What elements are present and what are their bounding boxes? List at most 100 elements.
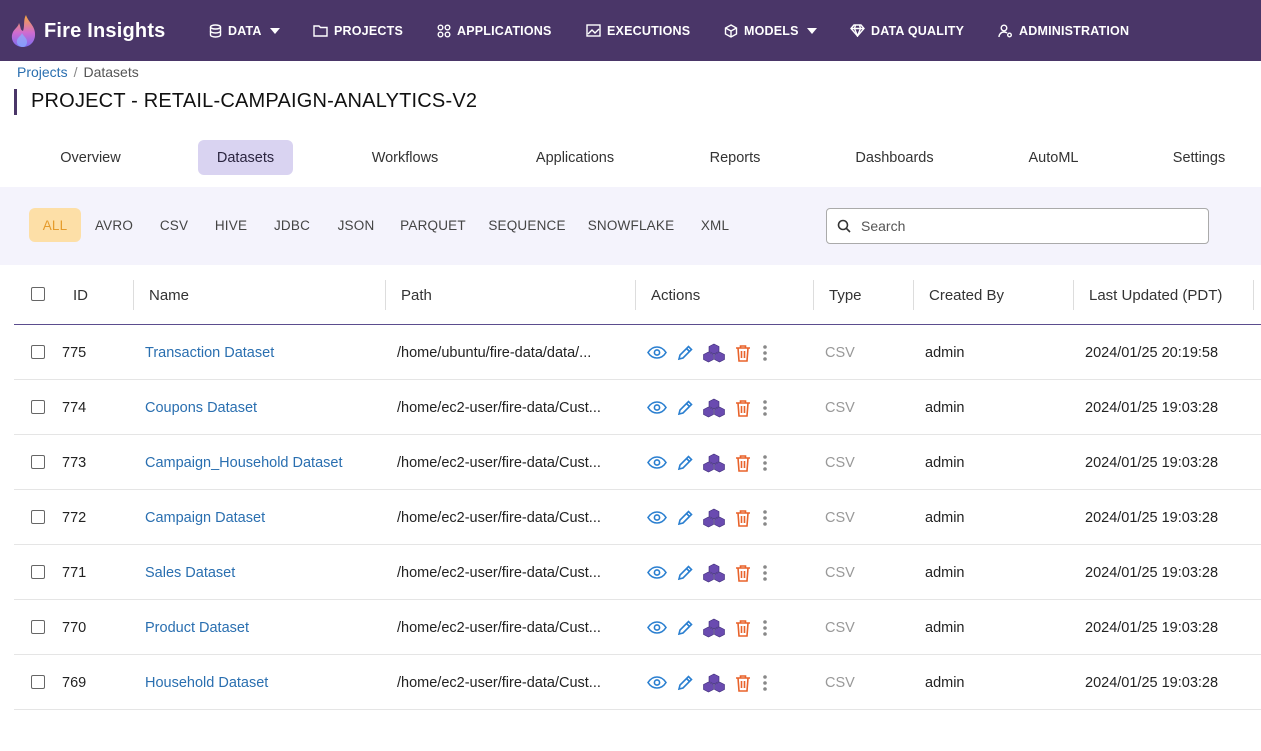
cubes-icon[interactable] bbox=[700, 618, 728, 638]
tab-datasets[interactable]: Datasets bbox=[198, 140, 293, 175]
row-checkbox[interactable] bbox=[31, 400, 45, 414]
dataset-type: CSV bbox=[825, 619, 855, 636]
dataset-name-link[interactable]: Campaign_Household Dataset bbox=[145, 435, 343, 490]
page-title: PROJECT - RETAIL-CAMPAIGN-ANALYTICS-V2 bbox=[31, 90, 478, 112]
filter-chip-avro[interactable]: AVRO bbox=[90, 208, 138, 242]
filter-chip-all[interactable]: ALL bbox=[29, 208, 81, 242]
edit-pencil-icon[interactable] bbox=[674, 674, 696, 692]
filter-chip-parquet[interactable]: PARQUET bbox=[396, 208, 470, 242]
row-checkbox[interactable] bbox=[31, 675, 45, 689]
column-header-type[interactable]: Type bbox=[829, 280, 862, 310]
more-vertical-icon[interactable] bbox=[758, 674, 772, 691]
dataset-name-link[interactable]: Sales Dataset bbox=[145, 545, 235, 600]
search-icon bbox=[837, 219, 851, 233]
tab-applications[interactable]: Applications bbox=[517, 140, 633, 175]
tab-settings[interactable]: Settings bbox=[1157, 140, 1241, 175]
row-checkbox[interactable] bbox=[31, 510, 45, 524]
select-all-checkbox[interactable] bbox=[31, 287, 45, 301]
last-updated: 2024/01/25 19:03:28 bbox=[1085, 619, 1219, 636]
nav-executions[interactable]: EXECUTIONS bbox=[586, 0, 690, 61]
dataset-name-link[interactable]: Household Dataset bbox=[145, 655, 268, 710]
dataset-path-text: /home/ec2-user/fire-data/Cust... bbox=[397, 674, 601, 691]
dataset-path-text: /home/ec2-user/fire-data/Cust... bbox=[397, 454, 601, 471]
nav-applications[interactable]: APPLICATIONS bbox=[437, 0, 552, 61]
cubes-icon[interactable] bbox=[700, 508, 728, 528]
column-header-created-by[interactable]: Created By bbox=[929, 280, 1004, 310]
cubes-icon[interactable] bbox=[700, 453, 728, 473]
tab-automl[interactable]: AutoML bbox=[1013, 140, 1094, 175]
edit-pencil-icon[interactable] bbox=[674, 399, 696, 417]
created-by: admin bbox=[925, 399, 965, 416]
dataset-path-text: /home/ec2-user/fire-data/Cust... bbox=[397, 509, 601, 526]
column-header-last-updated[interactable]: Last Updated (PDT) bbox=[1089, 280, 1222, 310]
row-checkbox[interactable] bbox=[31, 620, 45, 634]
nav-models[interactable]: MODELS bbox=[724, 0, 817, 61]
delete-trash-icon[interactable] bbox=[732, 344, 754, 362]
brand-logo[interactable]: Fire Insights bbox=[10, 14, 166, 48]
row-actions bbox=[646, 490, 772, 545]
row-checkbox[interactable] bbox=[31, 345, 45, 359]
delete-trash-icon[interactable] bbox=[732, 619, 754, 637]
cubes-icon[interactable] bbox=[700, 343, 728, 363]
edit-pencil-icon[interactable] bbox=[674, 509, 696, 527]
row-checkbox[interactable] bbox=[31, 455, 45, 469]
filter-chip-xml[interactable]: XML bbox=[694, 208, 736, 242]
dataset-name-link[interactable]: Transaction Dataset bbox=[145, 325, 274, 380]
nav-data[interactable]: DATA bbox=[209, 0, 280, 61]
view-eye-icon[interactable] bbox=[646, 456, 668, 469]
filter-chip-sequence[interactable]: SEQUENCE bbox=[486, 208, 568, 242]
row-checkbox[interactable] bbox=[31, 565, 45, 579]
delete-trash-icon[interactable] bbox=[732, 454, 754, 472]
nav-administration[interactable]: ADMINISTRATION bbox=[998, 0, 1129, 61]
view-eye-icon[interactable] bbox=[646, 346, 668, 359]
filter-chip-hive[interactable]: HIVE bbox=[209, 208, 253, 242]
column-header-path[interactable]: Path bbox=[401, 280, 432, 310]
tab-overview[interactable]: Overview bbox=[43, 140, 138, 175]
search-box[interactable] bbox=[826, 208, 1209, 244]
more-vertical-icon[interactable] bbox=[758, 399, 772, 416]
row-actions bbox=[646, 435, 772, 490]
edit-pencil-icon[interactable] bbox=[674, 454, 696, 472]
breadcrumb-projects-link[interactable]: Projects bbox=[17, 64, 68, 80]
column-header-name[interactable]: Name bbox=[149, 280, 189, 310]
view-eye-icon[interactable] bbox=[646, 401, 668, 414]
view-eye-icon[interactable] bbox=[646, 511, 668, 524]
view-eye-icon[interactable] bbox=[646, 566, 668, 579]
more-vertical-icon[interactable] bbox=[758, 344, 772, 361]
dataset-name-link[interactable]: Product Dataset bbox=[145, 600, 249, 655]
more-vertical-icon[interactable] bbox=[758, 454, 772, 471]
more-vertical-icon[interactable] bbox=[758, 509, 772, 526]
search-input[interactable] bbox=[861, 218, 1181, 234]
view-eye-icon[interactable] bbox=[646, 676, 668, 689]
delete-trash-icon[interactable] bbox=[732, 564, 754, 582]
filter-chip-snowflake[interactable]: SNOWFLAKE bbox=[584, 208, 678, 242]
column-divider bbox=[385, 280, 386, 310]
edit-pencil-icon[interactable] bbox=[674, 564, 696, 582]
filter-chip-csv[interactable]: CSV bbox=[154, 208, 194, 242]
delete-trash-icon[interactable] bbox=[732, 674, 754, 692]
nav-applications-label: APPLICATIONS bbox=[457, 23, 552, 38]
more-vertical-icon[interactable] bbox=[758, 619, 772, 636]
view-eye-icon[interactable] bbox=[646, 621, 668, 634]
cubes-icon[interactable] bbox=[700, 673, 728, 693]
cubes-icon[interactable] bbox=[700, 563, 728, 583]
table-header: ID Name Path Actions Type Created By Las… bbox=[14, 265, 1261, 325]
delete-trash-icon[interactable] bbox=[732, 399, 754, 417]
filter-chip-jdbc[interactable]: JDBC bbox=[268, 208, 316, 242]
dataset-name-link[interactable]: Coupons Dataset bbox=[145, 380, 257, 435]
nav-data-quality[interactable]: DATA QUALITY bbox=[850, 0, 964, 61]
more-vertical-icon[interactable] bbox=[758, 564, 772, 581]
column-header-id[interactable]: ID bbox=[73, 280, 88, 310]
cubes-icon[interactable] bbox=[700, 398, 728, 418]
nav-projects[interactable]: PROJECTS bbox=[313, 0, 403, 61]
tab-dashboards[interactable]: Dashboards bbox=[838, 140, 951, 175]
row-id: 770 bbox=[62, 619, 87, 636]
edit-pencil-icon[interactable] bbox=[674, 344, 696, 362]
tab-workflows[interactable]: Workflows bbox=[350, 140, 460, 175]
tab-reports[interactable]: Reports bbox=[694, 140, 776, 175]
table-row: 769 Household Dataset /home/ec2-user/fir… bbox=[14, 655, 1261, 710]
dataset-name-link[interactable]: Campaign Dataset bbox=[145, 490, 265, 545]
filter-chip-json[interactable]: JSON bbox=[331, 208, 381, 242]
delete-trash-icon[interactable] bbox=[732, 509, 754, 527]
edit-pencil-icon[interactable] bbox=[674, 619, 696, 637]
